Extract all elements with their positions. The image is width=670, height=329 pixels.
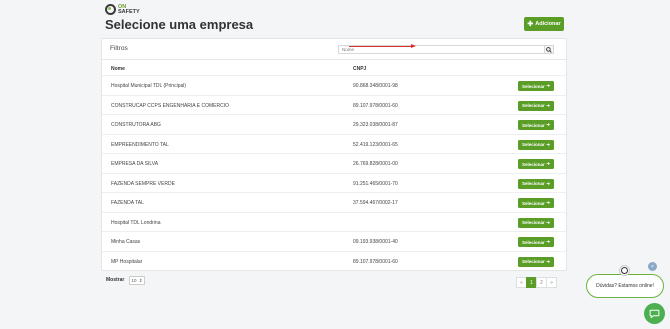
arrow-right-icon: ➜ [546,258,551,264]
companies-card: Filtros Nome CNPJ Hospital Municipal TDL… [101,38,567,271]
annotation-arrow-line [349,45,413,47]
search-icon [546,46,552,53]
chat-icon [649,309,660,319]
select-button-label: Selecionar [521,83,545,89]
select-button[interactable]: Selecionar ➜ [518,159,554,169]
avatar-icon [621,267,628,274]
company-cnpj: 29.323.038/0001-87 [353,122,398,128]
company-name: CONSTRUTORA ABG [111,122,161,128]
add-button[interactable]: ✚ Adicionar [524,17,564,31]
chat-message-text: Dúvidas? Estamos online! [596,283,654,289]
header-name: Nome [111,66,125,72]
company-cnpj: 26.769.828/0001-00 [353,161,398,167]
per-page-value: 10 [131,278,137,283]
table-row: Minha Casas 09.193.938/0001-40 Selecionar ➜ [102,231,566,251]
select-button[interactable]: Selecionar ➜ [518,198,554,208]
add-button-label: Adicionar [535,21,561,27]
select-button-label: Selecionar [521,200,545,206]
arrow-right-icon: ➜ [546,83,551,88]
company-cnpj: 89.107.978/0001-60 [353,102,398,109]
select-button-label: Selecionar [521,161,545,167]
chat-close-button[interactable]: × [648,262,657,271]
table-row: MP Hospitalar 89.107.978/0001-60 Seleciona… [102,250,566,271]
chat-button[interactable] [644,303,665,324]
logo: ON SAFETY [105,4,140,15]
table-row: CONSTRUCAP CCPS ENGENHARIA E COMERCIO 89.… [102,94,566,115]
pagination-next[interactable]: » [546,277,557,288]
arrow-right-icon: ➜ [546,180,551,186]
select-button-label: Selecionar [521,142,545,147]
select-button-label: Selecionar [521,220,545,225]
select-button[interactable]: Selecionar ➜ [518,120,554,130]
company-name: EMPRESA DA SILVA [111,161,159,167]
select-button[interactable]: Selecionar ➜ [518,256,554,267]
page-title: Selecione uma empresa [105,17,254,32]
select-button[interactable]: Selecionar ➜ [518,237,554,247]
select-button-label: Selecionar [521,181,545,186]
pagination: « 1 2 » [516,277,557,288]
company-name: Hospital Municipal TDL (Principal) [111,83,187,89]
company-cnpj: 37.594.467/0002-17 [353,200,398,206]
company-name: FAZENDA SEMPRE VERDE [111,180,175,187]
select-button-label: Selecionar [521,122,545,128]
table-row: FAZENDA SEMPRE VERDE 91.251.465/0001-70 Se… [102,172,566,193]
arrow-right-icon: ➜ [546,122,551,127]
table-row: EMPRESA DA SILVA 26.769.828/0001-00 Seleci… [102,153,566,173]
select-button-label: Selecionar [521,259,545,264]
search-button[interactable] [544,45,554,54]
annotation-arrow-head [411,43,416,48]
table-row: FAZENDA TAL 37.594.467/0002-17 Selecionar ➜ [102,192,566,212]
select-button[interactable]: Selecionar ➜ [518,100,554,111]
arrow-right-icon: ➜ [546,161,551,166]
select-button[interactable]: Selecionar ➜ [518,139,554,150]
company-cnpj: 52.419.123/0001-65 [353,141,398,148]
select-button-label: Selecionar [521,103,545,108]
plus-icon: ✚ [527,20,534,28]
company-name: Hospital TDL Londrina [111,219,161,226]
arrow-right-icon: ➜ [546,200,551,205]
table-row: Hospital Municipal TDL (Principal) 90.868… [102,75,566,95]
company-name: EMPREENDIMENTO TAL [111,141,169,148]
company-cnpj: 89.107.978/0001-60 [353,258,398,265]
company-name: FAZENDA TAL [111,200,144,206]
arrow-right-icon: ➜ [546,141,551,147]
arrow-right-icon: ➜ [546,219,551,225]
company-cnpj: 90.868.348/0001-98 [353,83,398,89]
arrow-right-icon: ➜ [546,102,551,108]
select-button-label: Selecionar [521,239,545,245]
close-icon: × [651,263,654,270]
company-cnpj: 09.193.938/0001-40 [353,239,398,245]
chevron-updown-icon: ⇕ [138,277,143,283]
company-cnpj: 91.251.465/0001-70 [353,180,398,187]
chat-avatar [619,265,630,276]
table-row: Hospital TDL Londrina Selecionar ➜ [102,211,566,232]
header-cnpj: CNPJ [353,66,367,72]
arrow-right-icon: ➜ [546,239,551,244]
company-name: Minha Casas [111,239,141,245]
select-button[interactable]: Selecionar ➜ [518,217,554,228]
company-name: MP Hospitalar [111,258,143,265]
logo-icon [105,4,116,15]
table-row: CONSTRUTORA ABG 29.323.038/0001-87 Selecio… [102,114,566,134]
table-row: EMPREENDIMENTO TAL 52.419.123/0001-65 Sele… [102,133,566,154]
company-name: CONSTRUCAP CCPS ENGENHARIA E COMERCIO [111,102,229,109]
select-button[interactable]: Selecionar ➜ [518,178,554,189]
chat-message-bubble[interactable]: Dúvidas? Estamos online! [586,274,664,298]
filters-divider [102,59,566,60]
logo-text: ON SAFETY [118,3,140,15]
select-button[interactable]: Selecionar ➜ [518,81,554,91]
filters-label: Filtros [110,45,128,52]
show-label: Mostrar [106,277,125,283]
per-page-select[interactable]: 10 ⇕ [129,276,145,285]
